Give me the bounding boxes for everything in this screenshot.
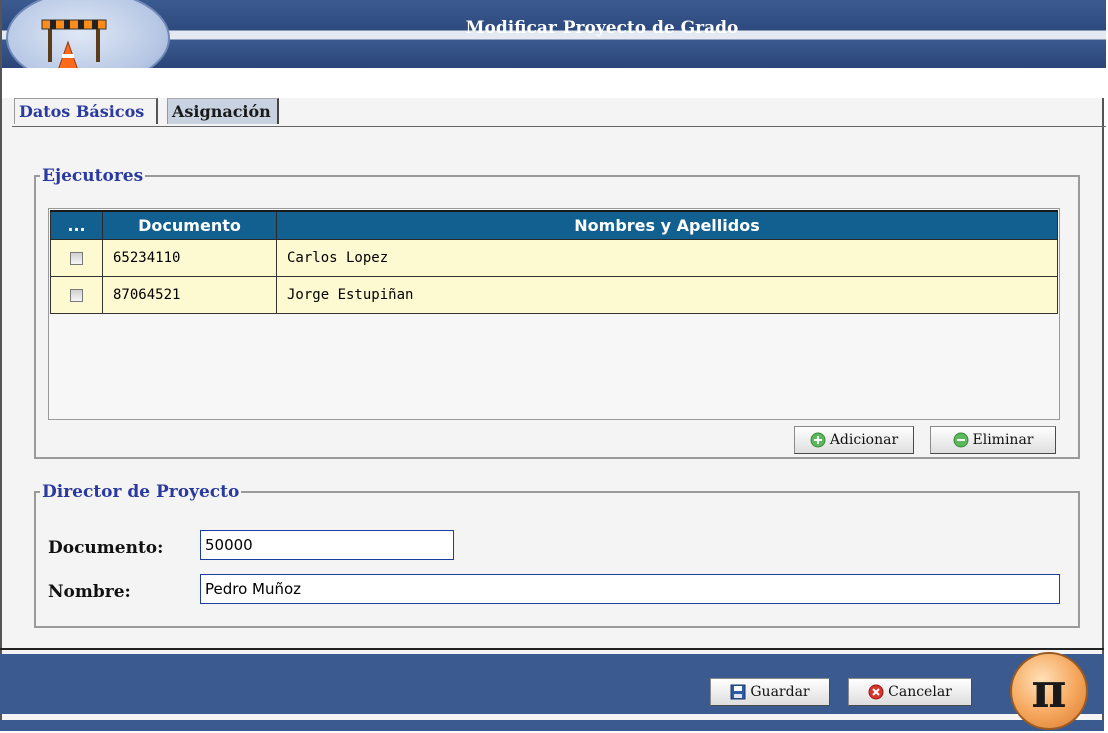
ejecutores-legend: Ejecutores xyxy=(42,166,144,186)
table-row[interactable]: 65234110 Carlos Lopez xyxy=(50,239,1058,277)
row-checkbox[interactable] xyxy=(70,251,83,265)
cell-documento: 65234110 xyxy=(102,239,277,277)
column-header-documento[interactable]: Documento xyxy=(102,210,277,240)
row-select-cell xyxy=(50,239,103,277)
director-documento-field[interactable] xyxy=(200,530,454,560)
row-checkbox[interactable] xyxy=(70,288,83,302)
cell-nombre: Carlos Lopez xyxy=(276,239,1058,277)
table-row[interactable]: 87064521 Jorge Estupiñan xyxy=(50,276,1058,314)
tab-strip-background xyxy=(2,68,1106,98)
remove-button-label: Eliminar xyxy=(972,432,1034,448)
floppy-disk-icon xyxy=(730,684,746,700)
footer-divider xyxy=(0,648,1104,650)
table-header-row: ... Documento Nombres y Apellidos xyxy=(50,210,1058,240)
add-button[interactable]: Adicionar xyxy=(794,426,914,454)
cancel-button[interactable]: Cancelar xyxy=(848,678,972,706)
x-circle-icon xyxy=(868,684,884,700)
cancel-button-label: Cancelar xyxy=(888,684,952,700)
director-nombre-label: Nombre: xyxy=(48,582,131,602)
pi-logo-icon: π xyxy=(1010,652,1088,730)
column-header-select: ... xyxy=(50,210,103,240)
director-fieldset: Director de Proyecto xyxy=(34,482,1080,628)
plus-circle-icon xyxy=(810,432,826,448)
remove-button[interactable]: Eliminar xyxy=(930,426,1056,454)
tab-divider xyxy=(12,126,1106,127)
cell-documento: 87064521 xyxy=(102,276,277,314)
save-button-label: Guardar xyxy=(750,684,810,700)
add-button-label: Adicionar xyxy=(829,432,899,448)
ejecutores-table: ... Documento Nombres y Apellidos 652341… xyxy=(50,210,1058,314)
director-documento-label: Documento: xyxy=(48,538,164,558)
director-legend: Director de Proyecto xyxy=(42,482,240,502)
tab-datos-basicos[interactable]: Datos Básicos xyxy=(14,98,158,124)
tab-asignacion[interactable]: Asignación xyxy=(167,98,279,124)
column-header-nombres[interactable]: Nombres y Apellidos xyxy=(276,210,1058,240)
row-select-cell xyxy=(50,276,103,314)
footer-bottom-band xyxy=(0,720,1104,731)
director-nombre-field[interactable] xyxy=(200,574,1060,604)
minus-circle-icon xyxy=(953,432,968,448)
window-title: Modificar Proyecto de Grado xyxy=(465,18,739,38)
cell-nombre: Jorge Estupiñan xyxy=(276,276,1058,314)
save-button[interactable]: Guardar xyxy=(710,678,830,706)
